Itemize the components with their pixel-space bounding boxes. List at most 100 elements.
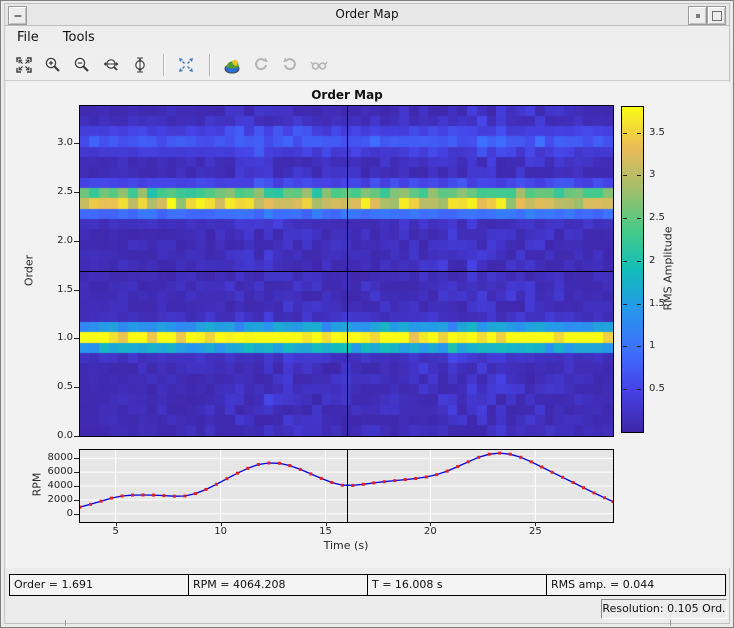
- time-tick-label: 15: [319, 526, 332, 537]
- colorbar-tick-label: 3: [649, 169, 656, 181]
- rpm-data-marker: [89, 502, 92, 506]
- rpm-data-marker: [508, 452, 512, 456]
- order-tick-mark: [74, 143, 79, 145]
- rpm-data-marker: [519, 455, 523, 459]
- maximize-button[interactable]: [707, 6, 726, 25]
- rpm-tick-mark: [74, 486, 79, 487]
- resize-notch: [65, 620, 66, 626]
- rpm-tick-label: 2000: [47, 493, 73, 505]
- minimize-icon: [695, 13, 700, 18]
- rpm-data-marker: [330, 481, 334, 484]
- rpm-data-marker: [298, 467, 302, 471]
- window-menu-icon: [14, 14, 21, 17]
- order-tick-label: 2.0: [57, 234, 73, 246]
- scale-axes-icon: [179, 57, 193, 72]
- order-tick-mark: [74, 289, 79, 291]
- order-tick-label: 1.5: [57, 283, 73, 295]
- rpm-data-marker: [204, 488, 208, 491]
- rpm-data-marker: [214, 482, 218, 486]
- titlebar[interactable]: Order Map: [5, 4, 729, 26]
- order-tick-mark: [74, 436, 79, 437]
- zoom-y-button[interactable]: [129, 53, 153, 77]
- replay-forward-button[interactable]: [279, 53, 303, 77]
- toolbar: [5, 49, 729, 81]
- rpm-tick-mark: [74, 499, 79, 501]
- rpm-data-marker: [256, 463, 260, 466]
- rpm-data-marker: [288, 464, 292, 468]
- rpm-data-marker: [477, 455, 481, 459]
- time-tick-mark: [325, 522, 327, 526]
- zoom-out-button[interactable]: [71, 53, 95, 77]
- rpm-data-marker: [424, 475, 428, 479]
- rpm-data-marker: [183, 494, 187, 498]
- colorbar-tick-label: 0.5: [649, 383, 665, 395]
- colorbar-tick-mark: [637, 132, 641, 134]
- order-map-window: Order Map File Tools Order Map Order RMS…: [0, 0, 734, 628]
- rpm-data-marker: [78, 505, 82, 509]
- colorbar-tick-label: 1.5: [649, 297, 665, 309]
- window-menu-button[interactable]: [8, 6, 27, 25]
- colormap-surface-button[interactable]: [221, 53, 245, 77]
- zoom-y-icon: [135, 56, 145, 73]
- menu-file[interactable]: File: [17, 30, 39, 45]
- rpm-data-marker: [561, 475, 565, 479]
- rpm-data-marker: [99, 499, 103, 503]
- maximize-icon: [711, 10, 722, 21]
- toolbar-separator: [209, 53, 211, 76]
- rpm-tick-label: 4000: [47, 480, 73, 491]
- menu-tools[interactable]: Tools: [63, 30, 95, 45]
- replay-back-icon: [255, 57, 268, 70]
- rpm-data-marker: [340, 483, 344, 487]
- time-tick-label: 20: [424, 526, 437, 537]
- rpm-tick-mark: [74, 472, 79, 474]
- order-readout: Order = 1.691: [10, 575, 189, 595]
- rpm-data-marker: [277, 461, 281, 465]
- minimize-button[interactable]: [688, 6, 707, 25]
- replay-back-button[interactable]: [250, 53, 274, 77]
- cursor-horizontal-line[interactable]: [80, 271, 613, 272]
- toolbar-separator: [163, 53, 165, 76]
- rpm-data-marker: [403, 478, 407, 482]
- rpm-tick-label: 6000: [47, 466, 73, 478]
- rpm-data-marker: [445, 469, 449, 473]
- rpm-data-marker: [141, 493, 145, 497]
- colorbar-tick-mark: [623, 260, 627, 262]
- rpm-data-marker: [611, 500, 615, 504]
- time-tick-mark: [535, 522, 537, 526]
- rpm-data-marker: [414, 477, 418, 480]
- zoom-in-button[interactable]: [42, 53, 66, 77]
- colorbar-tick-mark: [623, 132, 627, 134]
- rpm-data-marker: [110, 496, 113, 500]
- link-view-icon: [310, 61, 328, 70]
- zoom-x-button[interactable]: [100, 53, 124, 77]
- rpm-tick-mark: [74, 458, 79, 460]
- rpm-data-marker: [603, 496, 607, 500]
- colorbar-tick-mark: [637, 175, 641, 177]
- rpm-data-marker: [319, 476, 323, 480]
- rpm-cursor-line[interactable]: [347, 450, 348, 522]
- time-tick-label: 5: [112, 526, 119, 537]
- resolution-readout: Resolution: 0.105 Ord.: [601, 599, 727, 619]
- rpm-data-marker: [540, 465, 544, 469]
- scale-axes-button[interactable]: [175, 53, 199, 77]
- fit-to-view-button[interactable]: [13, 53, 37, 77]
- rpm-data-marker: [592, 491, 596, 495]
- rpm-data-marker: [267, 461, 271, 465]
- rpm-data-marker: [372, 481, 376, 485]
- link-view-button[interactable]: [308, 53, 332, 77]
- time-tick-label: 10: [214, 526, 227, 537]
- rpm-data-marker: [193, 492, 197, 496]
- order-tick-mark: [74, 387, 79, 389]
- colorbar: [621, 106, 644, 433]
- rpm-data-marker: [151, 493, 155, 497]
- colorbar-tick-mark: [637, 218, 641, 220]
- colorbar-tick-mark: [623, 346, 627, 348]
- colorbar-tick-mark: [623, 175, 627, 177]
- colorbar-tick-label: 2.5: [649, 212, 665, 224]
- rpm-data-marker: [571, 481, 575, 484]
- colorbar-tick-mark: [623, 389, 627, 391]
- window-title: Order Map: [335, 7, 399, 21]
- colorbar-gradient: [622, 107, 643, 432]
- time-tick-mark: [115, 522, 117, 526]
- rpm-data-marker: [361, 482, 365, 486]
